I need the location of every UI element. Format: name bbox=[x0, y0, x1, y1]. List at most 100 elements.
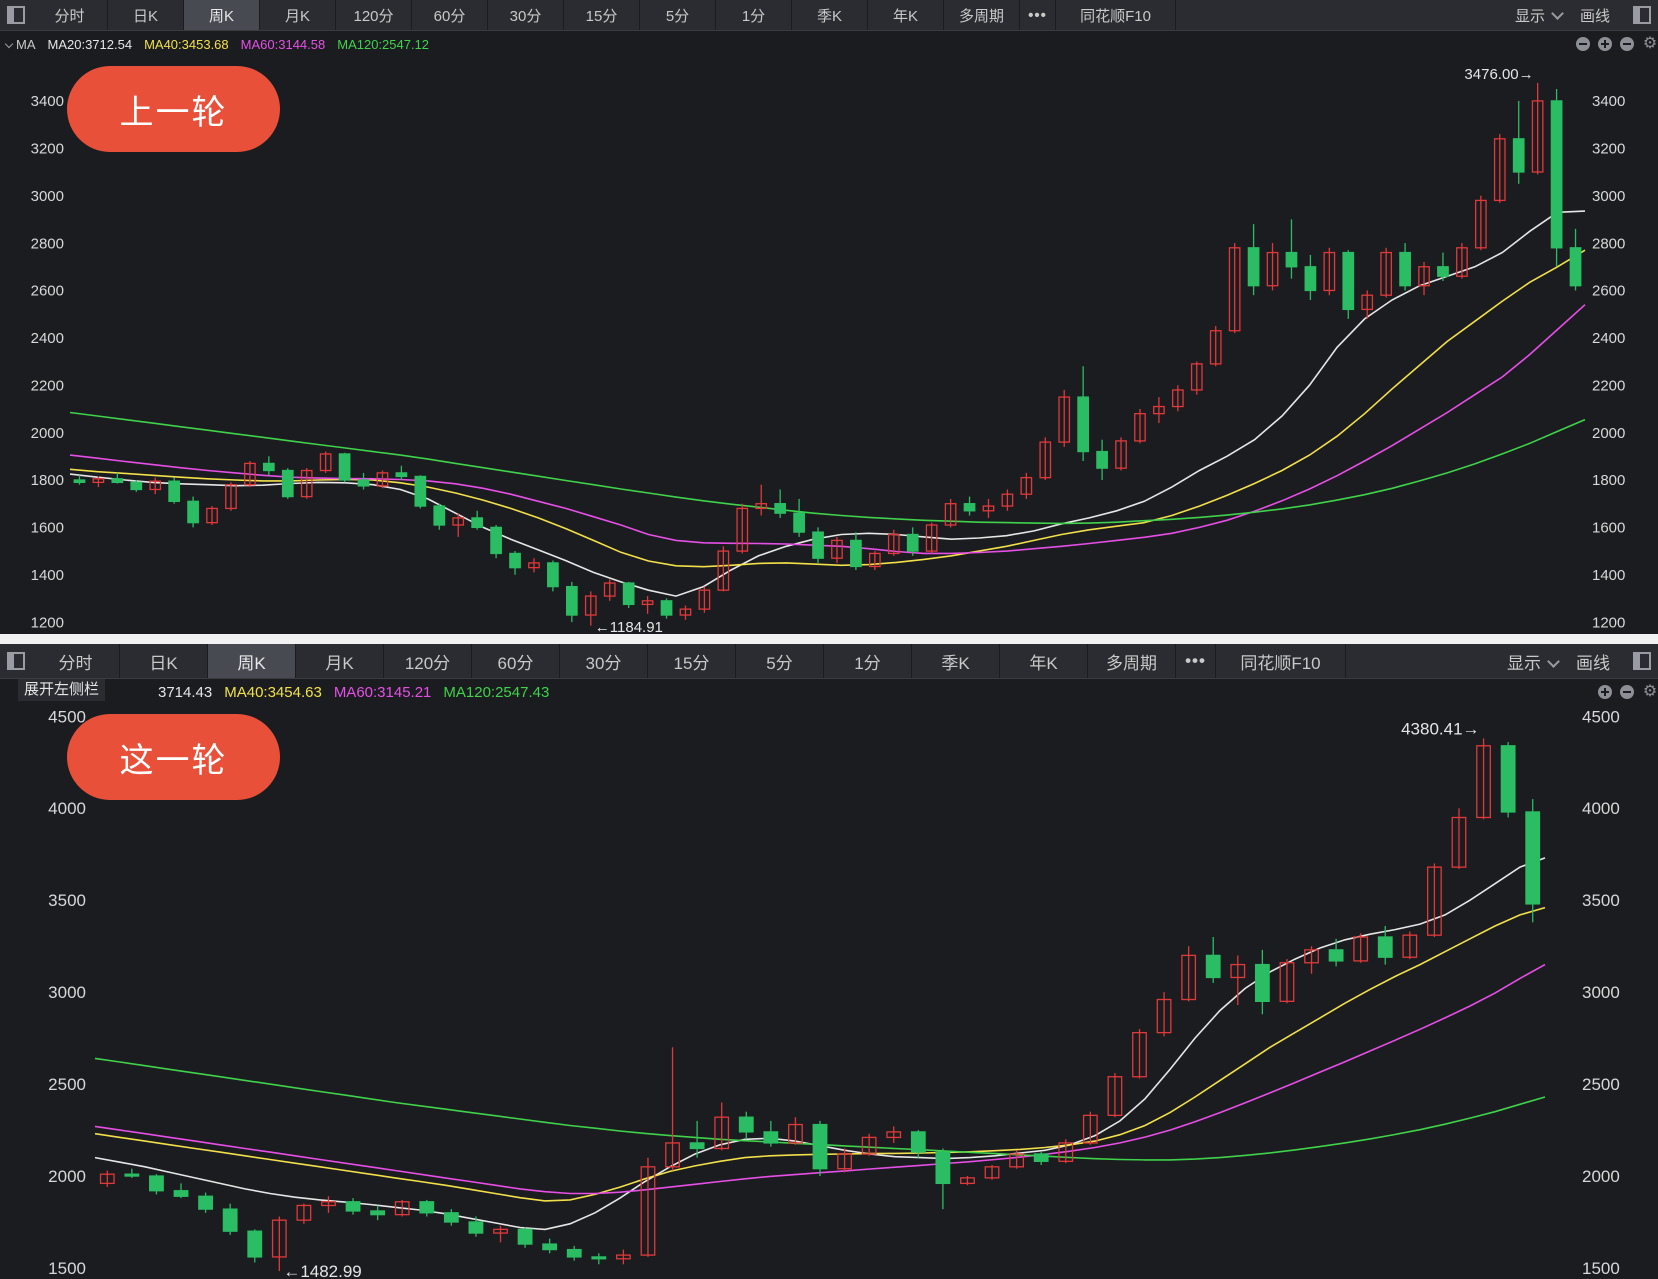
y-tick-label-right: 2000 bbox=[1592, 425, 1625, 442]
y-tick-label-right: 1200 bbox=[1592, 614, 1625, 631]
candle-down bbox=[419, 1201, 435, 1214]
tab-more[interactable]: ••• bbox=[1176, 644, 1216, 678]
candle-down bbox=[187, 500, 199, 524]
right-sidebar-toggle[interactable] bbox=[1626, 0, 1658, 30]
tab-1min[interactable]: 1分 bbox=[716, 0, 792, 30]
draw-line-button[interactable]: 画线 bbox=[1576, 649, 1610, 674]
tab-monthly-k[interactable]: 月K bbox=[260, 0, 336, 30]
y-tick-label-left: 3500 bbox=[48, 891, 86, 910]
candle-down bbox=[222, 1208, 238, 1232]
tab-timeshare[interactable]: 分时 bbox=[32, 0, 108, 30]
ma-line-ma60 bbox=[69, 304, 1586, 555]
tab-quarterly-k[interactable]: 季K bbox=[792, 0, 868, 30]
ma-line-ma20 bbox=[69, 210, 1586, 597]
tab-timeshare[interactable]: 分时 bbox=[32, 644, 120, 678]
candle-down bbox=[1512, 138, 1525, 173]
gear-icon[interactable]: ⚙ bbox=[1642, 684, 1658, 700]
ma-legend-row: MA MA20:3712.54 MA40:3453.68 MA60:3144.5… bbox=[0, 31, 1658, 57]
candle-down bbox=[509, 552, 521, 569]
minus-circle-icon[interactable] bbox=[1576, 37, 1590, 51]
tab-monthly-k[interactable]: 月K bbox=[296, 644, 384, 678]
tab-120min[interactable]: 120分 bbox=[336, 0, 412, 30]
candle-down bbox=[130, 481, 143, 491]
candle-down bbox=[198, 1195, 214, 1210]
tab-yearly-k[interactable]: 年K bbox=[1000, 644, 1088, 678]
gear-icon[interactable]: ⚙ bbox=[1642, 36, 1658, 52]
candle-down bbox=[850, 539, 862, 568]
left-sidebar-toggle[interactable] bbox=[0, 0, 32, 30]
candle-down bbox=[1525, 811, 1541, 905]
candle-down bbox=[168, 480, 181, 502]
tab-30min[interactable]: 30分 bbox=[488, 0, 564, 30]
y-tick-label-right: 3500 bbox=[1582, 891, 1620, 910]
tab-daily-k[interactable]: 日K bbox=[108, 0, 184, 30]
candle-down bbox=[660, 600, 673, 616]
tab-60min[interactable]: 60分 bbox=[412, 0, 488, 30]
candle-down bbox=[1342, 251, 1355, 311]
tab-multi-period[interactable]: 多周期 bbox=[944, 0, 1020, 30]
tab-multi-period[interactable]: 多周期 bbox=[1088, 644, 1176, 678]
ma40-value: MA40:3454.63 bbox=[224, 683, 322, 701]
candle-down bbox=[73, 479, 86, 484]
low-price-label: ←1184.91 bbox=[595, 619, 663, 634]
y-tick-label-right: 3400 bbox=[1592, 93, 1625, 110]
tab-5min[interactable]: 5分 bbox=[736, 644, 824, 678]
y-tick-label-right: 1400 bbox=[1592, 567, 1625, 584]
toolbar-right: 显示 画线 bbox=[1515, 0, 1610, 30]
ma20-value: MA20:3712.54 bbox=[47, 36, 133, 52]
candle-down bbox=[149, 1175, 164, 1192]
candle-down bbox=[1328, 949, 1344, 962]
minus-circle-icon[interactable] bbox=[1620, 37, 1634, 51]
ma-indicator-selector[interactable]: MA bbox=[4, 36, 36, 52]
ma120-value: MA120:2547.43 bbox=[443, 683, 550, 701]
y-tick-label-right: 2200 bbox=[1592, 377, 1625, 394]
tab-weekly-k[interactable]: 周K bbox=[184, 0, 260, 30]
candle-down bbox=[338, 453, 351, 481]
plus-circle-icon[interactable] bbox=[1598, 37, 1612, 51]
ma-legend-row: 展开左侧栏 3714.43 MA40:3454.63 MA60:3145.21 … bbox=[0, 679, 1658, 705]
candle-down bbox=[262, 462, 275, 472]
tab-60min[interactable]: 60分 bbox=[472, 644, 560, 678]
candle-down bbox=[357, 479, 370, 487]
tab-f10[interactable]: 同花顺F10 bbox=[1056, 0, 1176, 30]
tab-yearly-k[interactable]: 年K bbox=[868, 0, 944, 30]
toolbar-right: 显示 画线 bbox=[1507, 644, 1610, 678]
y-tick-label-left: 2600 bbox=[31, 283, 64, 300]
candle-down bbox=[1399, 251, 1411, 287]
candle-down bbox=[565, 585, 578, 616]
tab-1min[interactable]: 1分 bbox=[824, 644, 912, 678]
candle-down bbox=[443, 1212, 459, 1223]
tab-f10[interactable]: 同花顺F10 bbox=[1216, 644, 1346, 678]
ma-prefix: MA bbox=[16, 36, 36, 52]
ma20-value: 3714.43 bbox=[158, 683, 213, 701]
candle-down bbox=[774, 503, 787, 514]
y-tick-label-left: 2800 bbox=[31, 235, 64, 252]
display-dropdown[interactable]: 显示 bbox=[1515, 5, 1564, 26]
y-tick-label-left: 4000 bbox=[48, 799, 86, 818]
candle-down bbox=[1033, 1153, 1049, 1162]
candle-down bbox=[490, 526, 502, 555]
tab-15min[interactable]: 15分 bbox=[564, 0, 640, 30]
y-tick-label-left: 3000 bbox=[31, 188, 64, 205]
high-price-label: 3476.00→ bbox=[1464, 66, 1533, 83]
tab-120min[interactable]: 120分 bbox=[384, 644, 472, 678]
tab-30min[interactable]: 30分 bbox=[560, 644, 648, 678]
tab-quarterly-k[interactable]: 季K bbox=[912, 644, 1000, 678]
right-sidebar-toggle[interactable] bbox=[1626, 644, 1658, 678]
high-price-label: 4380.41→ bbox=[1401, 719, 1479, 738]
minus-circle-icon[interactable] bbox=[1620, 685, 1634, 699]
tab-15min[interactable]: 15分 bbox=[648, 644, 736, 678]
tab-more[interactable]: ••• bbox=[1020, 0, 1056, 30]
panel-separator bbox=[0, 634, 1658, 644]
y-tick-label-right: 1800 bbox=[1592, 472, 1625, 489]
y-tick-label-left: 3000 bbox=[48, 983, 86, 1002]
display-dropdown[interactable]: 显示 bbox=[1507, 649, 1560, 674]
tab-5min[interactable]: 5分 bbox=[640, 0, 716, 30]
plus-circle-icon[interactable] bbox=[1598, 685, 1612, 699]
tab-daily-k[interactable]: 日K bbox=[120, 644, 208, 678]
draw-line-button[interactable]: 画线 bbox=[1580, 5, 1610, 26]
left-sidebar-toggle[interactable] bbox=[0, 644, 32, 678]
y-tick-label-right: 3000 bbox=[1582, 983, 1620, 1002]
period-toolbar: 分时 日K 周K 月K 120分 60分 30分 15分 5分 1分 季K 年K… bbox=[0, 644, 1658, 679]
tab-weekly-k[interactable]: 周K bbox=[208, 644, 296, 678]
